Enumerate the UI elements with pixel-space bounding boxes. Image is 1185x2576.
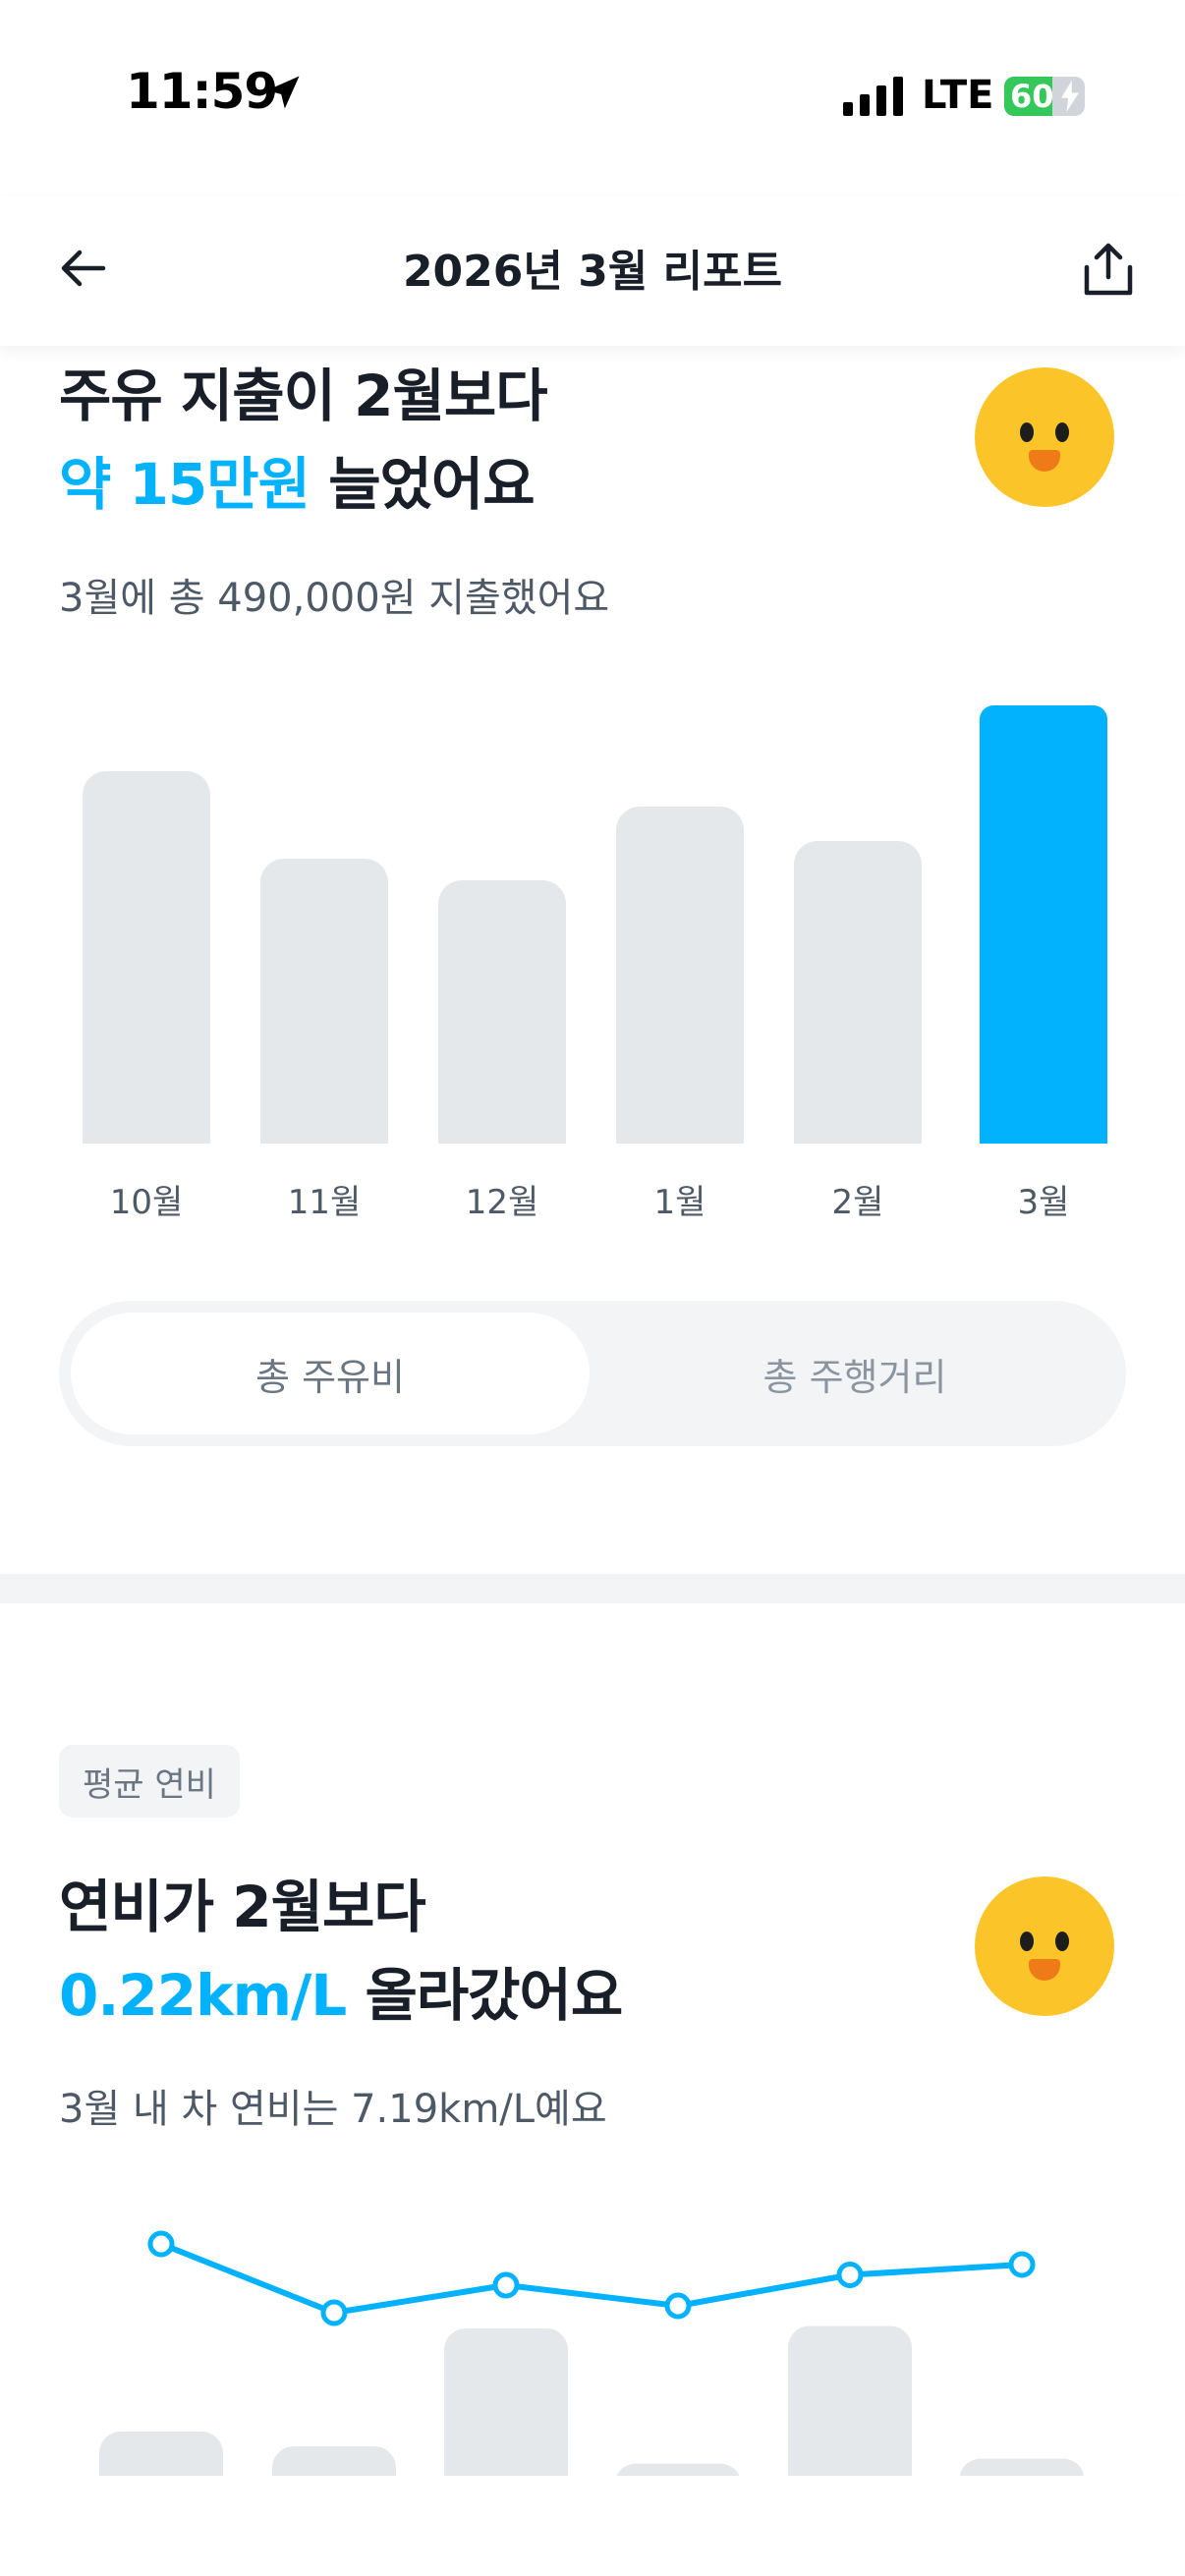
efficiency-line [159, 2241, 1023, 2316]
efficiency-bar-1월 [616, 2463, 740, 2476]
bar-11월 [260, 859, 388, 1144]
efficiency-point-3월 [1008, 2251, 1036, 2278]
fuel-headline-rest: 늘었어요 [310, 451, 535, 518]
efficiency-point-12월 [492, 2271, 520, 2299]
month-label: 2월 [831, 1183, 884, 1222]
status-bar: 11:59 LTE 60 [0, 0, 1185, 196]
efficiency-line-chart [99, 2230, 1084, 2476]
efficiency-bar-11월 [272, 2446, 396, 2476]
bar-10월 [83, 771, 210, 1144]
efficiency-headline-accent: 0.22km/L [59, 1962, 347, 2029]
month-label: 1월 [653, 1183, 706, 1222]
smiling-face-icon [975, 1876, 1114, 2016]
toggle-total-distance[interactable]: 총 주행거리 [595, 1313, 1114, 1434]
toggle-total-fuel-cost[interactable]: 총 주유비 [71, 1313, 590, 1434]
month-label: 11월 [287, 1183, 362, 1222]
month-label: 10월 [109, 1183, 184, 1222]
month-label: 3월 [1017, 1183, 1070, 1222]
efficiency-point-10월 [147, 2230, 175, 2258]
bar-12월 [438, 880, 566, 1144]
efficiency-headline-line1: 연비가 2월보다 [59, 1874, 426, 1940]
charging-bolt-icon [1061, 81, 1079, 112]
nav-bar: 2026년 3월 리포트 [0, 196, 1185, 346]
bar-2월 [794, 841, 922, 1144]
efficiency-bar-12월 [444, 2328, 568, 2476]
efficiency-bar-10월 [99, 2432, 223, 2476]
fuel-subtext: 3월에 총 490,000원 지출했어요 [59, 576, 610, 621]
efficiency-tag: 평균 연비 [59, 1745, 240, 1818]
fuel-headline-line2: 약 15만원 늘었어요 [59, 440, 536, 529]
efficiency-headline-rest: 올라갔어요 [346, 1962, 623, 2029]
signal-icon [843, 77, 903, 116]
battery-icon: 60 [1004, 77, 1085, 116]
metric-toggle: 총 주유비 총 주행거리 [59, 1301, 1126, 1446]
efficiency-bar-2월 [788, 2325, 912, 2476]
page-title: 2026년 3월 리포트 [402, 247, 783, 297]
battery-percent: 60 [1010, 78, 1054, 115]
location-arrow-icon [266, 76, 300, 109]
network-type: LTE [922, 73, 994, 118]
efficiency-point-1월 [664, 2292, 692, 2320]
smiling-face-icon [975, 367, 1114, 507]
status-time: 11:59 [126, 63, 278, 120]
fuel-headline-line1: 주유 지출이 2월보다 [59, 363, 548, 429]
bar-1월 [616, 807, 744, 1144]
share-button[interactable] [1071, 232, 1146, 307]
efficiency-point-2월 [836, 2262, 864, 2288]
efficiency-bar-3월 [960, 2458, 1084, 2476]
month-label: 12월 [465, 1183, 539, 1222]
efficiency-point-11월 [320, 2299, 348, 2326]
share-icon [1084, 243, 1133, 296]
fuel-headline-accent: 약 15만원 [59, 451, 310, 518]
efficiency-headline-line2: 0.22km/L 올라갔어요 [59, 1951, 623, 2040]
section-divider [0, 1574, 1185, 1603]
bar-3월 [980, 705, 1107, 1144]
efficiency-subtext: 3월 내 차 연비는 7.19km/L예요 [59, 2087, 607, 2132]
